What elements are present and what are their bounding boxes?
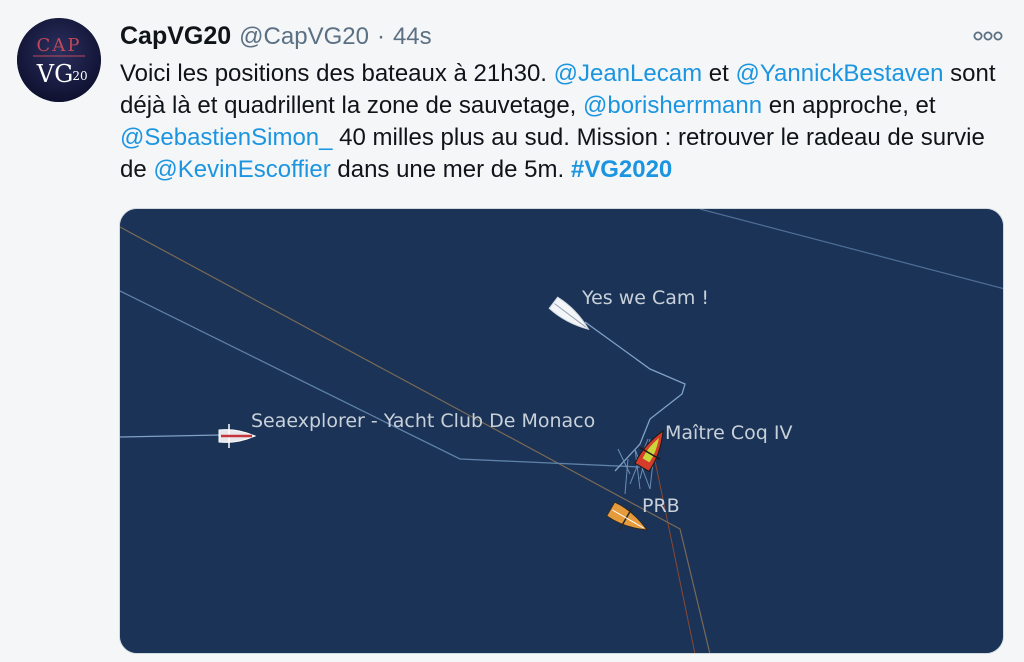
text-segment: Voici les positions des bateaux à 21h30. [120, 60, 554, 87]
mention-sebastiensimon[interactable]: @SebastienSimon_ [120, 124, 332, 151]
avatar-text-bottom: VG [36, 60, 74, 88]
mention-borisherrmann[interactable]: @borisherrmann [583, 92, 762, 119]
avatar-text-num: 20 [72, 69, 87, 83]
tweet-text: Voici les positions des bateaux à 21h30.… [120, 58, 1010, 186]
label-yes-we-cam: Yes we Cam ! [581, 287, 709, 309]
text-segment: en approche, et [762, 92, 936, 119]
label-seaexplorer: Seaexplorer - Yacht Club De Monaco [251, 410, 595, 432]
tweet-header: CapVG20 @CapVG20 · 44s [120, 22, 432, 54]
tweet-card[interactable]: CAP VG 20 CapVG20 @CapVG20 · 44s Voici l… [0, 0, 1024, 662]
avatar-text-top: CAP [37, 35, 82, 56]
tweet-media-map[interactable]: Yes we Cam ! Seaexplorer - Yacht Club De… [119, 208, 1004, 654]
more-options-icon[interactable] [972, 28, 1004, 44]
text-segment: dans une mer de 5m. [330, 156, 571, 183]
label-maitre-coq: Maître Coq IV [665, 422, 792, 444]
hashtag-vg2020[interactable]: #VG2020 [571, 156, 672, 183]
avatar[interactable]: CAP VG 20 [17, 18, 101, 102]
timestamp[interactable]: 44s [393, 23, 432, 51]
mention-yannickbestaven[interactable]: @YannickBestaven [735, 60, 943, 87]
label-prb: PRB [642, 495, 680, 517]
separator-dot: · [376, 23, 385, 50]
display-name[interactable]: CapVG20 [120, 22, 231, 51]
mention-jeanlecam[interactable]: @JeanLecam [554, 60, 702, 87]
mention-kevinescoffier[interactable]: @KevinEscoffier [153, 156, 330, 183]
user-handle[interactable]: @CapVG20 [239, 23, 369, 51]
race-map: Yes we Cam ! Seaexplorer - Yacht Club De… [120, 209, 1003, 653]
text-segment: et [702, 60, 736, 87]
